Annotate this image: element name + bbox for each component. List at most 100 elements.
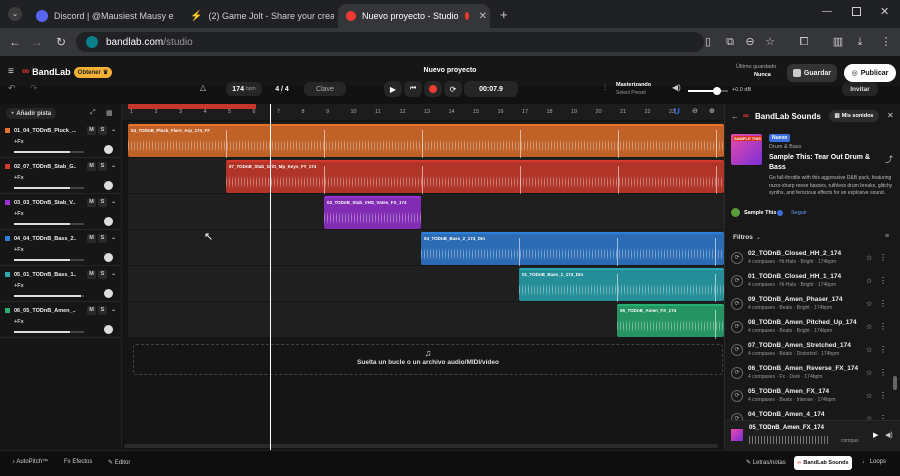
chevron-down-icon[interactable]: ⌄: [109, 126, 118, 135]
pack-title[interactable]: Sample This: Tear Out Drum & Bass: [769, 153, 875, 173]
snap-icon[interactable]: U: [674, 107, 680, 116]
pan-knob[interactable]: [104, 289, 113, 298]
volume-slider[interactable]: [688, 87, 728, 95]
star-icon[interactable]: ☆: [866, 277, 872, 285]
track-fx-button[interactable]: +Fx: [14, 283, 24, 289]
track-name[interactable]: 02_07_TODnB_Stab_G...: [14, 164, 76, 170]
pan-knob[interactable]: [104, 325, 113, 334]
solo-button[interactable]: S: [98, 234, 107, 243]
more-icon[interactable]: ⋮: [879, 391, 887, 400]
new-tab-button[interactable]: +: [500, 7, 508, 22]
loop-icon[interactable]: ⟳: [731, 344, 743, 356]
editor-button[interactable]: ✎ Editor: [108, 459, 130, 466]
close-icon[interactable]: ✕: [479, 11, 487, 22]
loop-icon[interactable]: ⟳: [731, 390, 743, 402]
now-playing-cover[interactable]: [731, 429, 743, 441]
star-icon[interactable]: ☆: [866, 300, 872, 308]
track-volume-slider[interactable]: [14, 295, 84, 297]
bandlab-logo[interactable]: ∞ BandLab: [22, 66, 71, 77]
audio-clip[interactable]: 01_TODnB_Bass_1_174_Dm: [519, 268, 724, 303]
track-lane[interactable]: 04_TODnB_Pluck_Flare_Arp_174_F#: [128, 122, 724, 159]
site-info-icon[interactable]: [86, 36, 98, 48]
sort-icon[interactable]: ≡: [885, 233, 889, 240]
solo-button[interactable]: S: [98, 162, 107, 171]
bpm-field[interactable]: 174 bpm: [226, 82, 262, 96]
audio-clip[interactable]: 07_TODnB_Stab_Gritt_Mp_Keys_F#_174: [226, 160, 724, 195]
drop-zone[interactable]: ♫ Suelta un bucle o un archivo audio/MID…: [133, 344, 723, 375]
mastering-label[interactable]: Masterizando: [616, 82, 651, 88]
player-volume-icon[interactable]: ◀): [885, 431, 893, 439]
loop-icon[interactable]: ⟳: [731, 321, 743, 333]
sound-item[interactable]: ⟳ 07_TODnB_Amen_Stretched_174 4 compases ·…: [725, 340, 891, 363]
bookmark-icon[interactable]: ☆: [762, 34, 778, 50]
my-sounds-button[interactable]: ▥ Mis sonidos: [829, 110, 879, 122]
audio-clip[interactable]: 04_TODnB_Bass_2_174_Dm: [421, 232, 724, 267]
horizontal-scrollbar[interactable]: [124, 444, 718, 448]
sound-item[interactable]: ⟳ 01_TODnB_Closed_HH_1_174 4 compases · Hi…: [725, 271, 891, 294]
share-icon[interactable]: ⤴: [885, 154, 893, 165]
track-lane[interactable]: 01_TODnB_Bass_1_174_Dm: [128, 266, 724, 303]
more-icon[interactable]: ⋮: [879, 299, 887, 308]
star-icon[interactable]: ☆: [866, 346, 872, 354]
sound-item[interactable]: ⟳ 09_TODnB_Amen_Phaser_174 4 compases · Be…: [725, 294, 891, 317]
loop-region[interactable]: [128, 104, 256, 109]
rewind-button[interactable]: ⏮: [404, 81, 422, 97]
chevron-down-icon[interactable]: ⌄: [109, 162, 118, 171]
solo-button[interactable]: S: [98, 306, 107, 315]
solo-button[interactable]: S: [98, 126, 107, 135]
bandlab-sounds-button[interactable]: ∞ BandLab Sounds: [794, 456, 852, 470]
mute-button[interactable]: M: [87, 126, 96, 135]
audio-clip[interactable]: 03_TODnB_Stab_VHS_Vates_FX_174: [324, 196, 421, 229]
address-bar[interactable]: bandlab.com/studio: [76, 32, 704, 52]
chevron-down-icon[interactable]: ⌄: [109, 198, 118, 207]
sound-item[interactable]: ⟳ 02_TODnB_Closed_HH_2_174 4 compases · Hi…: [725, 248, 891, 271]
tab-search-button[interactable]: ⌄: [8, 7, 22, 21]
volume-icon[interactable]: ◀): [672, 83, 681, 92]
volume-knob[interactable]: [713, 87, 721, 95]
track-lane[interactable]: 07_TODnB_Stab_Gritt_Mp_Keys_F#_174: [128, 158, 724, 195]
loop-icon[interactable]: ⟳: [731, 275, 743, 287]
mastering-preset[interactable]: Select Preset: [616, 90, 646, 96]
chevron-down-icon[interactable]: ⌄: [109, 234, 118, 243]
undo-icon[interactable]: ↶: [8, 83, 16, 94]
track-fx-button[interactable]: +Fx: [14, 247, 24, 253]
effects-button[interactable]: Fx Efectos: [64, 459, 92, 465]
mute-button[interactable]: M: [87, 198, 96, 207]
more-icon[interactable]: ⋮: [879, 253, 887, 262]
chevron-down-icon[interactable]: ⌄: [109, 270, 118, 279]
mute-button[interactable]: M: [87, 306, 96, 315]
author-avatar[interactable]: [731, 208, 740, 217]
track-lane[interactable]: 03_TODnB_Stab_VHS_Vates_FX_174: [128, 194, 724, 229]
maximize-icon[interactable]: [852, 7, 861, 16]
track-lane[interactable]: 05_TODnB_Amen_FX_174: [128, 302, 724, 339]
grid-icon[interactable]: ▦: [106, 109, 113, 117]
play-button[interactable]: ▶: [384, 81, 402, 97]
zoom-out-icon[interactable]: ⊖: [692, 107, 698, 115]
audio-clip[interactable]: 04_TODnB_Pluck_Flare_Arp_174_F#: [128, 124, 724, 159]
tab-gamejolt[interactable]: ⚡ (2) Game Jolt - Share your creat ✕: [182, 4, 334, 28]
hamburger-icon[interactable]: ≡: [8, 66, 14, 77]
mute-button[interactable]: M: [87, 270, 96, 279]
chevron-down-icon[interactable]: ⌄: [109, 306, 118, 315]
pan-knob[interactable]: [104, 145, 113, 154]
mute-button[interactable]: M: [87, 162, 96, 171]
loop-icon[interactable]: ⟳: [731, 252, 743, 264]
filters-button[interactable]: Filtros ⌄: [733, 234, 761, 241]
player-play-icon[interactable]: ▶: [873, 431, 878, 439]
forward-icon[interactable]: →: [26, 31, 48, 53]
back-arrow-icon[interactable]: ←: [731, 112, 739, 121]
track-volume-slider[interactable]: [14, 187, 84, 189]
tab-discord[interactable]: Discord | @Mausiest Mausy e ✕: [28, 4, 178, 28]
project-title[interactable]: Nuevo proyecto: [410, 67, 490, 74]
track-header[interactable]: 04_04_TODnB_Bass_2... M S ⌄ +Fx: [0, 230, 122, 266]
track-fx-button[interactable]: +Fx: [14, 319, 24, 325]
star-icon[interactable]: ☆: [866, 254, 872, 262]
sound-item[interactable]: ⟳ 06_TODnB_Amen_Reverse_FX_174 4 compases …: [725, 363, 891, 386]
install-icon[interactable]: ⧉: [722, 34, 738, 50]
star-icon[interactable]: ☆: [866, 369, 872, 377]
redo-icon[interactable]: ↷: [30, 83, 38, 94]
track-fx-button[interactable]: +Fx: [14, 211, 24, 217]
playhead[interactable]: [270, 104, 271, 450]
tab-bandlab-studio[interactable]: Nuevo proyecto - Studio ✕: [338, 4, 490, 28]
back-icon[interactable]: ←: [4, 31, 26, 53]
